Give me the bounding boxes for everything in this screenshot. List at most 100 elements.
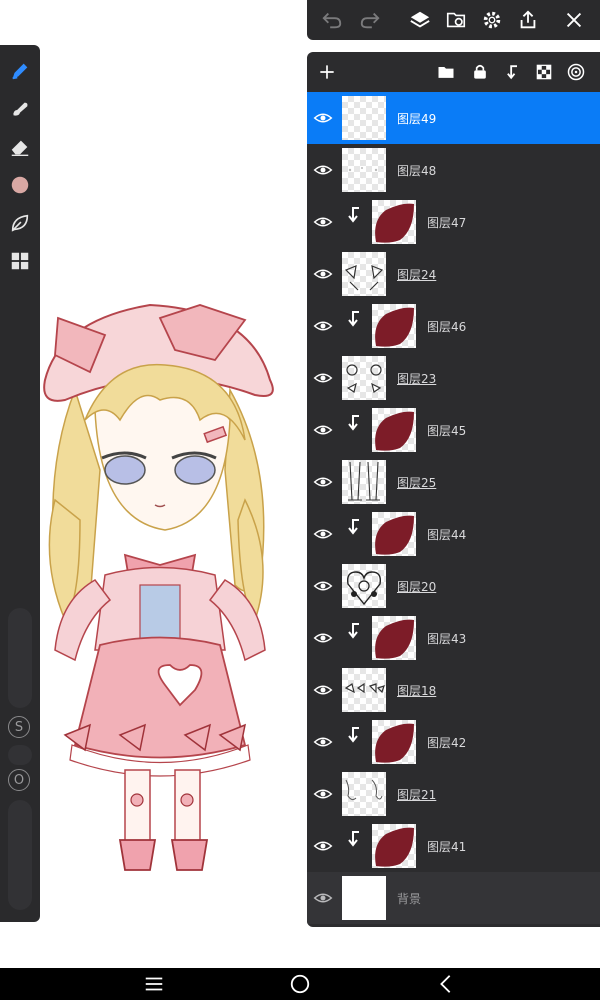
folder-icon[interactable] — [435, 61, 457, 83]
layer-thumbnail[interactable] — [372, 512, 416, 556]
layer-thumbnail[interactable] — [372, 824, 416, 868]
layer-thumbnail[interactable] — [342, 772, 386, 816]
layer-name: 图层20 — [397, 580, 437, 594]
settings-icon[interactable] — [479, 8, 505, 32]
layer-row[interactable]: 图层43 — [307, 612, 600, 664]
redo-icon[interactable] — [357, 8, 383, 32]
eye-icon[interactable] — [313, 212, 333, 232]
layer-name: 图层23 — [397, 372, 437, 386]
layer-row[interactable]: 图层42 — [307, 716, 600, 768]
share-icon[interactable] — [515, 8, 541, 32]
eye-icon[interactable] — [313, 160, 333, 180]
eye-icon[interactable] — [313, 264, 333, 284]
layer-thumbnail[interactable] — [342, 876, 386, 920]
clip-arrow-icon — [347, 726, 361, 744]
layer-thumbnail[interactable] — [342, 460, 386, 504]
layers-icon[interactable] — [407, 8, 433, 32]
layer-name: 图层42 — [427, 736, 467, 750]
layer-row[interactable]: 图层44 — [307, 508, 600, 560]
opacity-slider[interactable] — [8, 800, 32, 910]
system-nav-bar — [0, 968, 600, 1000]
eye-icon[interactable] — [313, 576, 333, 596]
eye-icon[interactable] — [313, 316, 333, 336]
layer-row[interactable]: 图层25 — [307, 456, 600, 508]
layer-thumbnail[interactable] — [342, 148, 386, 192]
layer-name: 图层47 — [427, 216, 467, 230]
layer-thumbnail[interactable] — [372, 200, 416, 244]
clip-arrow-icon — [347, 206, 361, 224]
eye-icon[interactable] — [313, 628, 333, 648]
layer-name: 图层44 — [427, 528, 467, 542]
layer-name: 图层25 — [397, 476, 437, 490]
eye-icon[interactable] — [313, 524, 333, 544]
eye-icon[interactable] — [313, 836, 333, 856]
menu-icon[interactable] — [142, 972, 166, 996]
layer-row[interactable]: 图层45 — [307, 404, 600, 456]
layer-thumbnail[interactable] — [372, 720, 416, 764]
size-slider-lower[interactable] — [8, 745, 32, 765]
eye-icon[interactable] — [313, 732, 333, 752]
opacity-label: O — [8, 769, 30, 791]
eraser-icon[interactable] — [6, 133, 34, 161]
eye-icon[interactable] — [313, 472, 333, 492]
layer-row[interactable]: 图层21 — [307, 768, 600, 820]
layer-thumbnail[interactable] — [342, 252, 386, 296]
layer-row[interactable]: 图层23 — [307, 352, 600, 404]
layer-row[interactable]: 图层20 — [307, 560, 600, 612]
eye-icon[interactable] — [313, 680, 333, 700]
blend-icon[interactable] — [565, 61, 587, 83]
close-icon[interactable] — [561, 8, 587, 32]
layer-name: 图层45 — [427, 424, 467, 438]
lock-icon[interactable] — [469, 61, 491, 83]
layer-row[interactable]: 图层41 — [307, 820, 600, 872]
layer-thumbnail[interactable] — [342, 564, 386, 608]
pen-icon[interactable] — [6, 57, 34, 85]
layer-name: 图层24 — [397, 268, 437, 282]
layer-thumbnail[interactable] — [342, 668, 386, 712]
layer-name: 图层41 — [427, 840, 467, 854]
layer-row[interactable]: 图层24 — [307, 248, 600, 300]
layer-row[interactable]: 背景 — [307, 872, 600, 924]
clip-arrow-icon — [347, 622, 361, 640]
size-slider[interactable] — [8, 608, 32, 708]
layer-thumbnail[interactable] — [342, 96, 386, 140]
top-toolbar — [307, 0, 600, 40]
layer-thumbnail[interactable] — [372, 616, 416, 660]
layer-row[interactable]: 图层18 — [307, 664, 600, 716]
gallery-import-icon[interactable] — [443, 8, 469, 32]
layer-name: 图层43 — [427, 632, 467, 646]
layer-name: 背景 — [397, 892, 422, 906]
eye-icon[interactable] — [313, 784, 333, 804]
layer-row[interactable]: 图层46 — [307, 300, 600, 352]
clip-arrow-icon — [347, 518, 361, 536]
smudge-icon[interactable] — [6, 95, 34, 123]
eye-icon[interactable] — [313, 420, 333, 440]
add-layer-icon[interactable] — [316, 61, 338, 83]
eye-icon[interactable] — [313, 108, 333, 128]
home-icon[interactable] — [288, 972, 312, 996]
layer-name: 图层48 — [397, 164, 437, 178]
layer-name: 图层18 — [397, 684, 437, 698]
grid-icon[interactable] — [6, 247, 34, 275]
layer-thumbnail[interactable] — [372, 304, 416, 348]
clip-arrow-icon — [347, 310, 361, 328]
layer-row[interactable]: 图层49 — [307, 92, 600, 144]
clip-arrow-icon — [347, 830, 361, 848]
eye-icon[interactable] — [313, 888, 333, 908]
left-toolbar: S O — [0, 45, 40, 922]
layer-row[interactable]: 图层48 — [307, 144, 600, 196]
clip-icon[interactable] — [501, 61, 523, 83]
layer-panel-header — [307, 52, 600, 92]
layer-thumbnail[interactable] — [342, 356, 386, 400]
leaf-icon[interactable] — [6, 209, 34, 237]
checker-icon[interactable] — [533, 61, 555, 83]
color-circle-icon[interactable] — [6, 171, 34, 199]
back-icon[interactable] — [434, 972, 458, 996]
layer-name: 图层49 — [397, 112, 437, 126]
layer-row[interactable]: 图层47 — [307, 196, 600, 248]
layer-thumbnail[interactable] — [372, 408, 416, 452]
undo-icon[interactable] — [319, 8, 345, 32]
layer-name: 图层46 — [427, 320, 467, 334]
eye-icon[interactable] — [313, 368, 333, 388]
size-label: S — [8, 716, 30, 738]
